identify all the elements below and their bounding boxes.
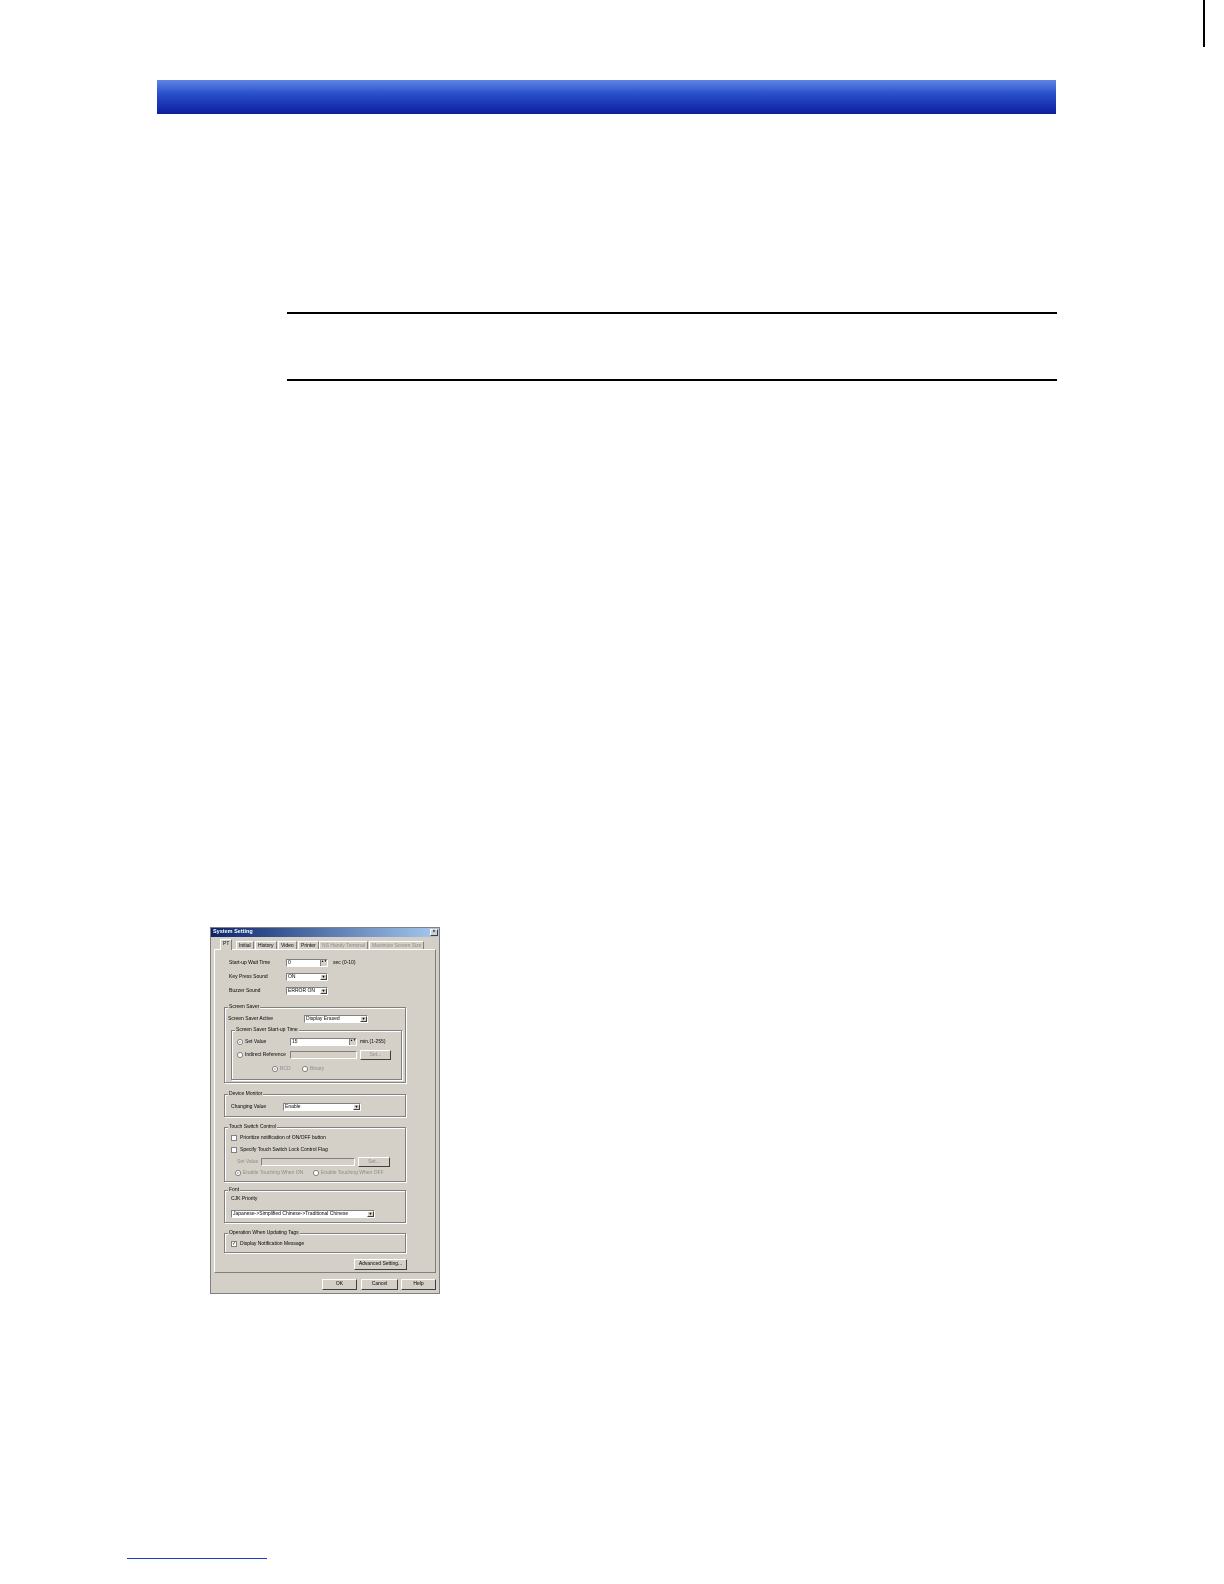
specify-lock-flag-checkbox[interactable] (231, 1147, 237, 1153)
set-value-value: 15 (292, 1039, 298, 1045)
dialog-titlebar[interactable]: System Setting (211, 928, 439, 937)
specify-lock-flag-label: Specify Touch Switch Lock Control Flag (240, 1147, 328, 1153)
cancel-button[interactable]: Cancel (361, 1279, 398, 1290)
cjk-priority-value: Japanese->Simplified Chinese->Traditiona… (233, 1211, 349, 1217)
chevron-down-icon[interactable]: ▼ (320, 988, 327, 994)
indirect-reference-radio[interactable] (237, 1052, 243, 1058)
updating-tags-group: Operation When Updating Tags ✓ Display N… (224, 1230, 406, 1253)
enable-on-radio[interactable]: • (235, 1170, 241, 1176)
display-notification-checkbox[interactable]: ✓ (231, 1241, 237, 1247)
indirect-reference-field[interactable] (290, 1051, 357, 1059)
page-edge-line (1203, 0, 1205, 47)
cjk-priority-label: CJK Priority (231, 1196, 258, 1202)
cjk-priority-select[interactable]: Japanese->Simplified Chinese->Traditiona… (231, 1210, 375, 1218)
screen-saver-group-title: Screen Saver (228, 1004, 261, 1011)
startup-wait-time-value: 0 (288, 960, 291, 966)
tab-pt[interactable]: PT (220, 939, 233, 950)
changing-value-label: Changing Value (231, 1104, 267, 1110)
chevron-down-icon[interactable]: ▼ (367, 1211, 374, 1217)
key-press-sound-select[interactable]: ON ▼ (286, 973, 328, 981)
touch-switch-group: Touch Switch Control Prioritize notifica… (224, 1124, 406, 1182)
touch-switch-title: Touch Switch Control (228, 1124, 277, 1131)
updating-tags-title: Operation When Updating Tags (228, 1230, 300, 1237)
font-title: Font (228, 1187, 241, 1194)
screen-saver-startup-group: Screen Saver Start-up Time • Set Value 1… (231, 1027, 402, 1080)
note-bottom-rule (287, 379, 1057, 381)
indirect-reference-label: Indirect Reference (245, 1052, 286, 1058)
set-value-label: Set Value (245, 1039, 267, 1045)
screen-saver-active-select[interactable]: Display Erased ▼ (304, 1015, 368, 1023)
font-group: Font CJK Priority Japanese->Simplified C… (224, 1187, 406, 1223)
enable-on-label: Enable Touching When ON (243, 1170, 304, 1176)
section-header-bar (157, 80, 1056, 114)
set-value-unit: min.(1-255) (360, 1039, 386, 1045)
chevron-down-icon[interactable]: ▼ (320, 974, 327, 980)
bcd-radio[interactable]: • (272, 1066, 278, 1072)
advanced-setting-button[interactable]: Advanced Setting... (354, 1259, 407, 1270)
screen-saver-active-value: Display Erased (306, 1016, 340, 1022)
buzzer-sound-select[interactable]: ERROR ON ▼ (286, 987, 328, 995)
footer-link-underline[interactable] (127, 1558, 267, 1559)
close-icon[interactable]: × (430, 929, 438, 936)
chevron-down-icon[interactable]: ▼ (360, 1016, 367, 1022)
set-value-field[interactable]: 15 ▲▼ (290, 1038, 357, 1046)
bcd-label: BCD (280, 1066, 291, 1072)
spin-arrows-icon[interactable]: ▲▼ (349, 1039, 356, 1045)
device-monitor-group: Device Monitor Changing Value Enable ▼ (224, 1091, 406, 1117)
chevron-down-icon[interactable]: ▼ (353, 1104, 360, 1110)
enable-off-radio[interactable] (313, 1170, 319, 1176)
buzzer-sound-label: Buzzer Sound (229, 988, 261, 994)
note-top-rule (287, 312, 1057, 314)
binary-radio[interactable] (302, 1066, 308, 1072)
key-press-sound-value: ON (288, 974, 296, 980)
prioritize-label: Prioritize notification of ON/OFF button (240, 1135, 326, 1141)
screen-saver-active-label: Screen Saver Active (228, 1016, 274, 1022)
prioritize-checkbox[interactable] (231, 1135, 237, 1141)
dialog-title: System Setting (213, 929, 253, 935)
screen-saver-group: Screen Saver Screen Saver Active Display… (224, 1004, 406, 1083)
startup-wait-time-unit: sec (0-10) (333, 960, 356, 966)
enable-off-label: Enable Touching When OFF (321, 1170, 384, 1176)
help-button[interactable]: Help (401, 1279, 436, 1290)
device-monitor-title: Device Monitor (228, 1091, 264, 1098)
system-setting-dialog: System Setting × PT Initial History Vide… (210, 927, 440, 1294)
startup-wait-time-field[interactable]: 0 ▲▼ (286, 959, 328, 967)
key-press-sound-label: Key Press Sound (229, 974, 268, 980)
tab-panel-pt: Start-up Wait Time 0 ▲▼ sec (0-10) Key P… (214, 949, 436, 1273)
spin-arrows-icon[interactable]: ▲▼ (320, 960, 327, 966)
touch-set-value-field[interactable] (261, 1158, 355, 1166)
touch-set-value-label: Set Value (237, 1159, 259, 1165)
changing-value-value: Enable (285, 1104, 301, 1110)
ok-button[interactable]: OK (322, 1279, 357, 1290)
changing-value-select[interactable]: Enable ▼ (283, 1103, 361, 1111)
touch-set-button[interactable]: Set... (358, 1157, 390, 1167)
set-value-radio[interactable]: • (237, 1039, 243, 1045)
binary-label: Binary (310, 1066, 325, 1072)
buzzer-sound-value: ERROR ON (288, 988, 315, 994)
screen-saver-startup-title: Screen Saver Start-up Time (235, 1027, 299, 1034)
indirect-set-button[interactable]: Set... (360, 1050, 391, 1060)
startup-wait-time-label: Start-up Wait Time (229, 960, 271, 966)
display-notification-label: Display Notification Message (240, 1241, 305, 1247)
